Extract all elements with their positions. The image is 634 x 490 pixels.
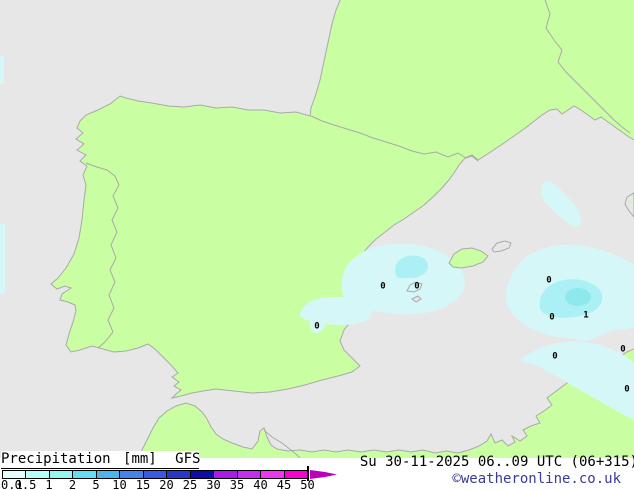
legend-cell bbox=[167, 471, 190, 478]
legend-cell bbox=[191, 471, 214, 478]
legend-tick-label: 50 bbox=[300, 478, 314, 490]
product-label: Precipitation bbox=[1, 451, 111, 467]
legend-cell bbox=[26, 471, 49, 478]
legend-cell bbox=[50, 471, 73, 478]
legend-tick-label: 40 bbox=[253, 478, 267, 490]
legend-tick-label: 20 bbox=[159, 478, 173, 490]
timestamp: Su 30-11-2025 06..09 UTC (06+315) bbox=[360, 454, 634, 470]
legend-cell bbox=[3, 471, 26, 478]
weather-map-page: 000001000 Precipitation [mm] GFS 0.10.51… bbox=[0, 0, 634, 490]
model-label: GFS bbox=[175, 451, 200, 467]
precipitation-map bbox=[0, 0, 634, 458]
legend-cell bbox=[238, 471, 261, 478]
legend-tick-label: 45 bbox=[277, 478, 291, 490]
legend-tick-label: 5 bbox=[92, 478, 99, 490]
legend-tick-label: 25 bbox=[183, 478, 197, 490]
legend-tick-label: 35 bbox=[230, 478, 244, 490]
credit-link[interactable]: ©weatheronline.co.uk bbox=[452, 471, 621, 487]
precip-patch-algeria-sea-inner bbox=[565, 288, 591, 306]
legend-tick-labels: 0.10.5125101520253035404550 bbox=[0, 478, 340, 490]
legend-cell bbox=[214, 471, 237, 478]
sardinia-land-speck bbox=[629, 200, 632, 204]
legend-cell bbox=[120, 471, 143, 478]
legend-title: Precipitation [mm] GFS bbox=[1, 451, 199, 469]
unit-label: [mm] bbox=[123, 451, 157, 467]
legend-tick-label: 1 bbox=[45, 478, 52, 490]
legend-tick-label: 15 bbox=[136, 478, 150, 490]
legend-cell bbox=[97, 471, 120, 478]
legend-cell bbox=[261, 471, 284, 478]
legend-cell bbox=[73, 471, 96, 478]
legend-cell bbox=[144, 471, 167, 478]
precip-patch-west-edge-south bbox=[0, 224, 5, 294]
legend-tick-label: 0.5 bbox=[15, 478, 37, 490]
legend-tick-label: 2 bbox=[69, 478, 76, 490]
legend-tick-label: 10 bbox=[112, 478, 126, 490]
legend-tick-label: 30 bbox=[206, 478, 220, 490]
legend-cell bbox=[285, 471, 307, 478]
precip-patch-west-edge-north bbox=[0, 56, 4, 84]
